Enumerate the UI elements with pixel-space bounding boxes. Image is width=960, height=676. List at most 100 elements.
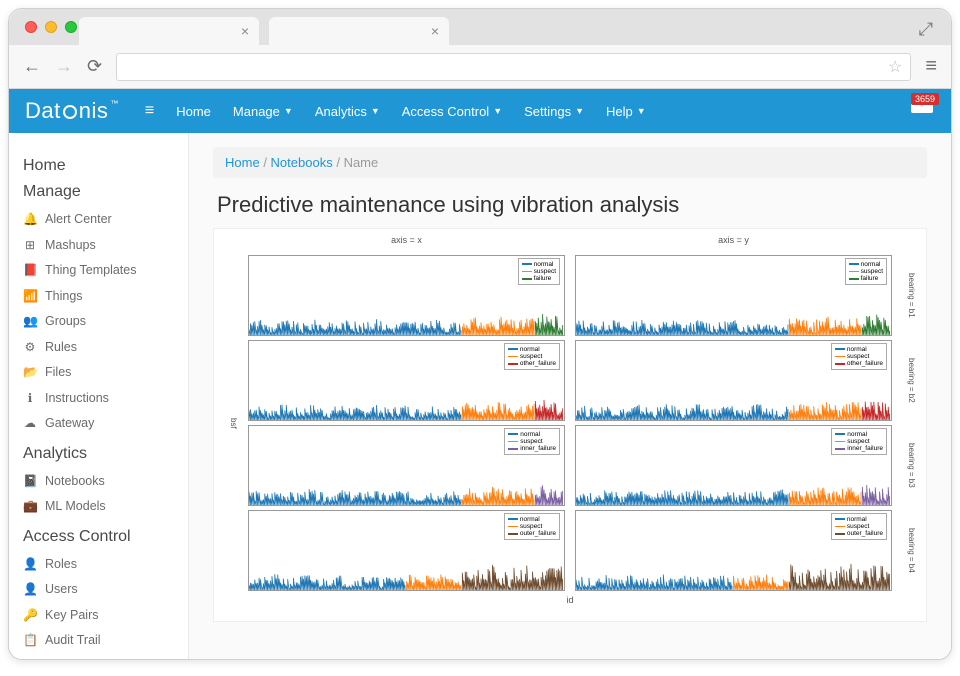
- sidebar-item-label: Roles: [45, 556, 77, 574]
- sidebar-item-label: Notebooks: [45, 473, 105, 491]
- chevron-down-icon: ▼: [284, 106, 293, 116]
- briefcase-icon: 💼: [23, 498, 37, 515]
- facet-row-title: bearing = b4: [902, 510, 916, 591]
- sidebar-item-label: Things: [45, 288, 83, 306]
- bookmark-icon[interactable]: ☆: [888, 57, 902, 77]
- window-minimize-button[interactable]: [45, 21, 57, 33]
- chart-panel: normalsuspectother_failure: [575, 340, 892, 421]
- sidebar-item-instructions[interactable]: ℹInstructions: [23, 386, 174, 412]
- chart-panel: normalsuspectouter_failure05001000150020…: [248, 510, 565, 591]
- notifications-button[interactable]: 3659: [911, 97, 933, 113]
- sidebar-item-key-pairs[interactable]: 🔑 Key Pairs: [23, 603, 174, 629]
- chevron-down-icon: ▼: [493, 106, 502, 116]
- chart-panel: normalsuspectinner_failure: [248, 425, 565, 506]
- page-title: Predictive maintenance using vibration a…: [213, 192, 927, 218]
- nav-home[interactable]: Home: [176, 104, 211, 119]
- sidebar-item-label: Users: [45, 581, 78, 599]
- sidebar-heading[interactable]: Home: [23, 157, 174, 175]
- browser-tab[interactable]: ×: [79, 17, 259, 45]
- folder-icon: 📂: [23, 364, 37, 381]
- info-icon: ℹ: [23, 390, 37, 407]
- app-topbar: Datnis™ ≡ Home Manage▼ Analytics▼ Access…: [9, 89, 951, 133]
- sidebar-item-groups[interactable]: 👥Groups: [23, 309, 174, 335]
- chart-panel: normalsuspectother_failure: [248, 340, 565, 421]
- nav-settings[interactable]: Settings▼: [524, 104, 584, 119]
- sidebar-item-label: Alert Center: [45, 211, 112, 229]
- sidebar-item-gateway[interactable]: ☁ Gateway: [23, 411, 174, 437]
- chart-panel: normalsuspectfailure: [575, 255, 892, 336]
- browser-tab[interactable]: ×: [269, 17, 449, 45]
- sidebar: Home Manage 🔔 Alert Center ⊞Mashups 📕 Thing Te…: [9, 133, 189, 660]
- bell-icon: 🔔: [23, 211, 37, 228]
- chart-legend: normalsuspectouter_failure: [831, 513, 887, 540]
- sidebar-item-files[interactable]: 📂Files: [23, 360, 174, 386]
- facet-row-title: bearing = b1: [902, 255, 916, 336]
- sidebar-heading[interactable]: Analytics: [23, 445, 174, 463]
- signal-icon: 📶: [23, 288, 37, 305]
- sidebar-item-mashups[interactable]: ⊞Mashups: [23, 233, 174, 259]
- sidebar-heading[interactable]: Manage: [23, 183, 174, 201]
- notification-count: 3659: [911, 93, 939, 105]
- sidebar-item-label: Gateway: [45, 415, 94, 433]
- sidebar-item-ml-models[interactable]: 💼 ML Models: [23, 494, 174, 520]
- sidebar-item-alert-center[interactable]: 🔔 Alert Center: [23, 207, 174, 233]
- browser-menu-icon[interactable]: ≡: [925, 55, 937, 78]
- gears-icon: ⚙: [23, 339, 37, 356]
- close-icon[interactable]: ×: [241, 23, 249, 39]
- nav-help[interactable]: Help▼: [606, 104, 646, 119]
- chart-panel: normalsuspectinner_failure: [575, 425, 892, 506]
- sidebar-item-thing-templates[interactable]: 📕 Thing Templates: [23, 258, 174, 284]
- sidebar-item-label: Thing Templates: [45, 262, 137, 280]
- chart-panel: normalsuspectfailure: [248, 255, 565, 336]
- forward-button[interactable]: →: [55, 56, 73, 77]
- reload-button[interactable]: ⟳: [87, 56, 102, 77]
- group-icon: 👥: [23, 313, 37, 330]
- nav-manage[interactable]: Manage▼: [233, 104, 293, 119]
- gateway-icon: ☁: [23, 415, 37, 432]
- role-icon: 👤: [23, 556, 37, 573]
- user-icon: 👤: [23, 581, 37, 598]
- sidebar-heading[interactable]: Access Control: [23, 528, 174, 546]
- chart-figure: bsf axis = x axis = y id normalsuspectfa…: [213, 228, 927, 622]
- chart-legend: normalsuspectfailure: [518, 258, 560, 285]
- close-icon[interactable]: ×: [431, 23, 439, 39]
- breadcrumb-notebooks[interactable]: Notebooks: [271, 155, 333, 170]
- sidebar-item-audit-trail[interactable]: 📋Audit Trail: [23, 628, 174, 654]
- chart-legend: normalsuspectother_failure: [831, 343, 887, 370]
- sidebar-item-roles[interactable]: 👤 Roles: [23, 552, 174, 578]
- y-axis-label: bsf: [224, 255, 238, 591]
- nav-analytics[interactable]: Analytics▼: [315, 104, 380, 119]
- chevron-down-icon: ▼: [371, 106, 380, 116]
- sidebar-item-label: ML Models: [45, 498, 106, 516]
- url-input[interactable]: [125, 59, 888, 74]
- address-bar[interactable]: ☆: [116, 53, 911, 81]
- chevron-down-icon: ▼: [637, 106, 646, 116]
- window-maximize-button[interactable]: [65, 21, 77, 33]
- window-close-button[interactable]: [25, 21, 37, 33]
- chart-panel: normalsuspectouter_failure05001000150020…: [575, 510, 892, 591]
- sidebar-item-users[interactable]: 👤 Users: [23, 577, 174, 603]
- back-button[interactable]: ←: [23, 56, 41, 77]
- expand-icon[interactable]: ⤢: [919, 19, 933, 40]
- chart-legend: normalsuspectouter_failure: [504, 513, 560, 540]
- facet-row-title: bearing = b3: [902, 425, 916, 506]
- sidebar-toggle-icon[interactable]: ≡: [145, 102, 154, 120]
- sidebar-item-rules[interactable]: ⚙Rules: [23, 335, 174, 361]
- sidebar-item-things[interactable]: 📶 Things: [23, 284, 174, 310]
- facet-row-title: bearing = b2: [902, 340, 916, 421]
- sidebar-item-label: Key Pairs: [45, 607, 99, 625]
- chart-legend: normalsuspectinner_failure: [831, 428, 887, 455]
- nav-access-control[interactable]: Access Control▼: [402, 104, 502, 119]
- breadcrumb: Home / Notebooks / Name: [213, 147, 927, 178]
- brand-logo[interactable]: Datnis™: [25, 98, 119, 124]
- sidebar-item-notebooks[interactable]: 📓 Notebooks: [23, 469, 174, 495]
- notebook-icon: 📓: [23, 473, 37, 490]
- book-icon: 📕: [23, 262, 37, 279]
- chart-legend: normalsuspectinner_failure: [504, 428, 560, 455]
- chart-legend: normalsuspectfailure: [845, 258, 887, 285]
- sidebar-item-label: Audit Trail: [45, 632, 101, 650]
- breadcrumb-home[interactable]: Home: [225, 155, 260, 170]
- key-icon: 🔑: [23, 607, 37, 624]
- chevron-down-icon: ▼: [575, 106, 584, 116]
- browser-tab-strip: × × ⤢ ← → ⟳ ☆ ≡: [9, 9, 951, 89]
